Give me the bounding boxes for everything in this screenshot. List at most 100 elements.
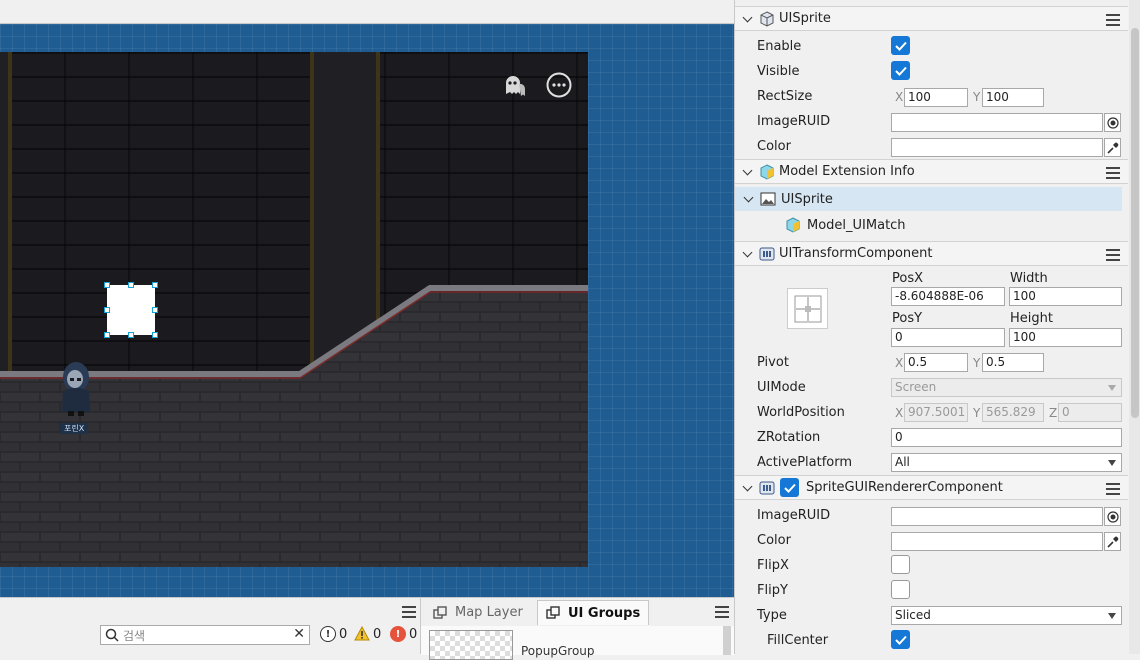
posy-input[interactable]: 0 <box>891 328 1005 347</box>
posx-input[interactable]: -8.604888E-06 <box>891 287 1005 306</box>
section-title: SpriteGUIRendererComponent <box>806 480 1003 495</box>
pivot-y-input[interactable]: 0.5 <box>982 353 1044 372</box>
activeplatform-select[interactable]: All <box>891 453 1122 472</box>
game-viewport[interactable]: 포린X <box>0 52 588 567</box>
imageruid-input[interactable] <box>891 113 1103 132</box>
activeplatform-value: All <box>895 455 910 469</box>
color-label: Color <box>757 139 791 154</box>
chevron-down-icon[interactable] <box>743 167 753 177</box>
type-value: Sliced <box>895 608 931 622</box>
uimode-label: UIMode <box>757 380 806 395</box>
section-header-model-extension[interactable]: Model Extension Info <box>735 159 1128 184</box>
resize-handle[interactable] <box>104 282 110 288</box>
zrotation-input[interactable]: 0 <box>891 428 1122 447</box>
search-placeholder: 검색 <box>123 628 146 643</box>
tree-item-uisprite[interactable]: UISprite <box>735 187 1122 211</box>
scene-view[interactable]: 포린X <box>0 0 734 597</box>
ghost-icon[interactable] <box>500 72 528 100</box>
section-header-uitransform[interactable]: UITransformComponent <box>735 241 1128 266</box>
tab-ui-groups[interactable]: UI Groups <box>537 600 650 625</box>
uimode-select[interactable]: Screen <box>891 378 1122 397</box>
selected-ui-sprite[interactable] <box>107 285 155 335</box>
activeplatform-label: ActivePlatform <box>757 455 853 470</box>
info-count: 0 <box>409 626 418 642</box>
model-cube-icon <box>786 217 800 233</box>
resize-handle[interactable] <box>104 332 110 338</box>
scrollbar-thumb[interactable] <box>1131 28 1139 418</box>
posx-label: PosX <box>892 271 924 286</box>
more-options-icon[interactable] <box>545 71 573 99</box>
axis-x-label: X <box>895 356 904 370</box>
panel-menu-icon[interactable] <box>402 606 416 618</box>
color-input[interactable] <box>891 138 1103 157</box>
tab-label: Map Layer <box>455 605 523 620</box>
anchor-icon <box>794 295 821 322</box>
resize-handle[interactable] <box>104 307 110 313</box>
tab-map-layer[interactable]: Map Layer <box>425 600 531 625</box>
axis-y-label: Y <box>973 406 981 420</box>
type-select[interactable]: Sliced <box>891 606 1122 625</box>
axis-x-label: X <box>895 90 904 104</box>
flipy-checkbox[interactable] <box>891 580 910 599</box>
section-menu-icon[interactable] <box>1106 483 1120 495</box>
info-filter[interactable]: ! 0 <box>390 626 417 642</box>
tab-label: UI Groups <box>568 605 641 621</box>
world-y-input: 565.829 <box>982 403 1044 422</box>
inspector-scrollbar[interactable] <box>1129 0 1140 654</box>
chevron-down-icon[interactable] <box>744 194 754 204</box>
section-header-spriteguirenderer[interactable]: SpriteGUIRendererComponent <box>735 475 1128 500</box>
anchor-preset-button[interactable] <box>787 288 828 329</box>
flipx-checkbox[interactable] <box>891 555 910 574</box>
section-menu-icon[interactable] <box>1106 14 1120 26</box>
pivot-label: Pivot <box>757 355 789 370</box>
section-menu-icon[interactable] <box>1106 249 1120 261</box>
model-cube-icon <box>760 163 774 180</box>
inspector-panel: UISprite Enable Visible RectSize X 100 Y… <box>734 0 1140 654</box>
copy-icon <box>433 605 447 619</box>
group-list: PopupGroup <box>421 626 735 660</box>
section-title: UISprite <box>779 11 831 26</box>
pivot-x-input[interactable]: 0.5 <box>904 353 968 372</box>
panel-menu-icon[interactable] <box>715 606 729 618</box>
chevron-down-icon[interactable] <box>743 483 753 493</box>
tree-item-label: Model_UIMatch <box>807 217 906 233</box>
target-picker-icon[interactable] <box>1104 113 1121 132</box>
resize-handle[interactable] <box>128 282 134 288</box>
clear-search-icon[interactable]: ✕ <box>293 626 305 642</box>
eyedropper-icon[interactable] <box>1104 138 1121 157</box>
chevron-down-icon[interactable] <box>743 14 753 24</box>
color-input[interactable] <box>891 532 1103 551</box>
warning-filter[interactable]: 0 <box>354 626 381 642</box>
tree-item-model-uimatch[interactable]: Model_UIMatch <box>785 214 906 236</box>
component-enable-checkbox[interactable] <box>780 478 799 497</box>
rectsize-y-input[interactable]: 100 <box>982 88 1044 107</box>
target-picker-icon[interactable] <box>1104 507 1121 526</box>
group-thumbnail[interactable] <box>429 630 513 660</box>
type-label: Type <box>757 608 787 623</box>
visible-checkbox[interactable] <box>891 61 910 80</box>
axis-y-label: Y <box>973 90 981 104</box>
imageruid-input[interactable] <box>891 507 1103 526</box>
enable-label: Enable <box>757 39 802 54</box>
imageruid-label: ImageRUID <box>757 114 831 129</box>
resize-handle[interactable] <box>152 307 158 313</box>
chevron-down-icon[interactable] <box>743 249 753 259</box>
error-filter[interactable]: ! 0 <box>320 626 347 642</box>
rectsize-x-input[interactable]: 100 <box>904 88 968 107</box>
section-header-uisprite[interactable]: UISprite <box>735 6 1128 31</box>
section-menu-icon[interactable] <box>1106 167 1120 179</box>
resize-handle[interactable] <box>152 282 158 288</box>
group-item-label[interactable]: PopupGroup <box>521 644 595 658</box>
resize-handle[interactable] <box>128 332 134 338</box>
height-input[interactable]: 100 <box>1009 328 1122 347</box>
enable-checkbox[interactable] <box>891 36 910 55</box>
fillcenter-checkbox[interactable] <box>891 630 910 649</box>
flipx-label: FlipX <box>757 558 789 573</box>
player-character[interactable] <box>56 357 96 417</box>
eyedropper-icon[interactable] <box>1104 532 1121 551</box>
resize-handle[interactable] <box>152 332 158 338</box>
search-input[interactable]: 검색 ✕ <box>100 625 310 645</box>
visible-label: Visible <box>757 64 800 79</box>
scrollbar[interactable] <box>723 626 731 655</box>
width-input[interactable]: 100 <box>1009 287 1122 306</box>
